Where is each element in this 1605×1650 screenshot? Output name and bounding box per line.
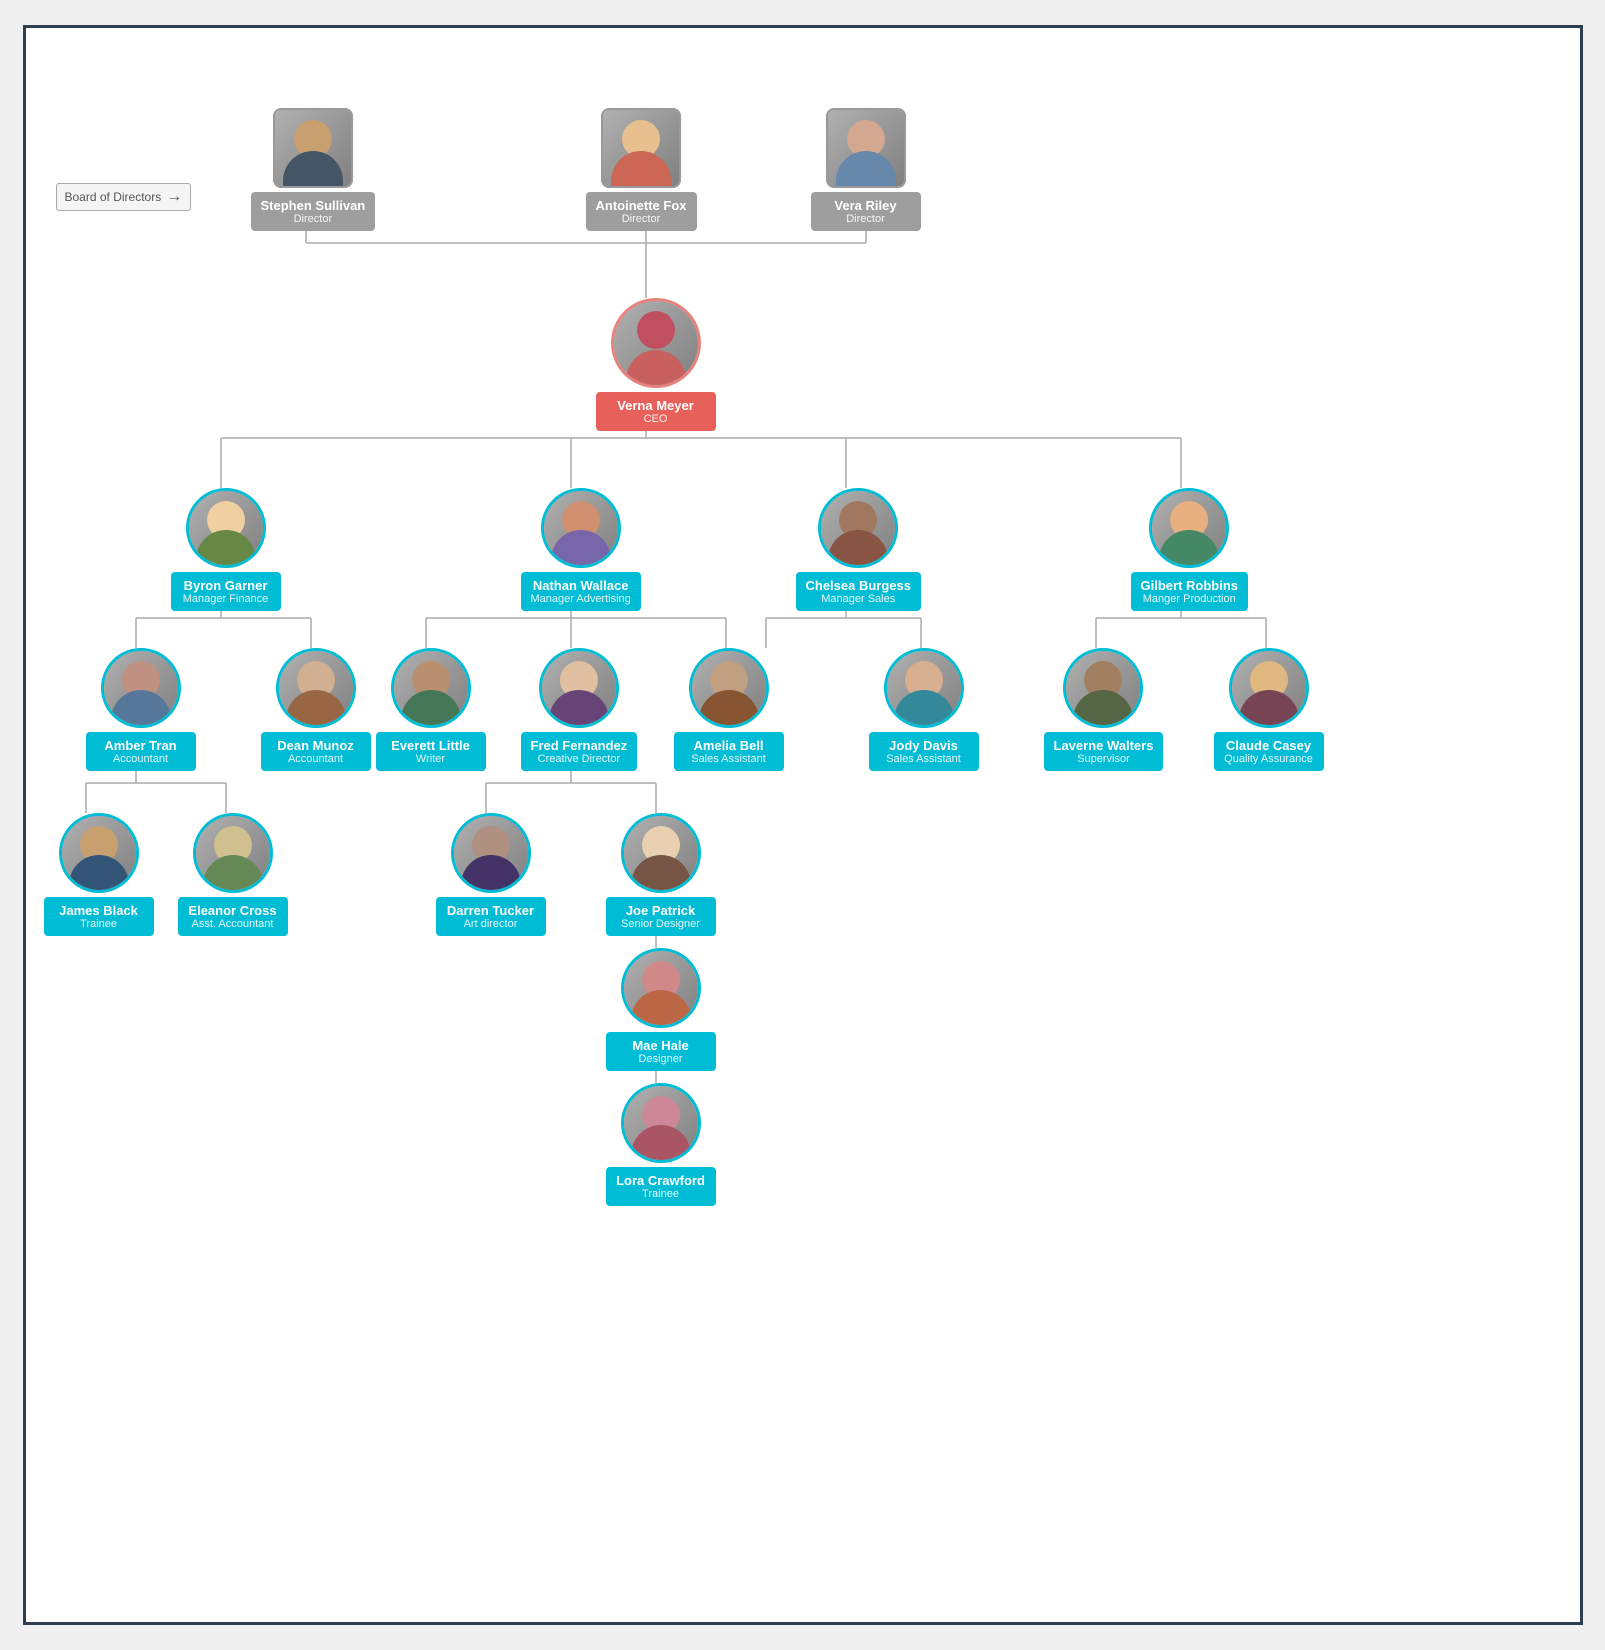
- board-label: Board of Directors: [56, 183, 192, 211]
- node-verna[interactable]: Verna Meyer CEO: [596, 298, 716, 431]
- avatar-chelsea: [818, 488, 898, 568]
- node-antoinette[interactable]: Antoinette Fox Director: [586, 108, 697, 231]
- avatar-dean: [276, 648, 356, 728]
- avatar-amelia: [689, 648, 769, 728]
- avatar-nathan: [541, 488, 621, 568]
- avatar-byron: [186, 488, 266, 568]
- avatar-lora: [621, 1083, 701, 1163]
- avatar-amber: [101, 648, 181, 728]
- node-vera[interactable]: Vera Riley Director: [811, 108, 921, 231]
- node-darren[interactable]: Darren Tucker Art director: [436, 813, 546, 936]
- node-jody[interactable]: Jody Davis Sales Assistant: [869, 648, 979, 771]
- namebox-jody: Jody Davis Sales Assistant: [869, 732, 979, 771]
- node-everett[interactable]: Everett Little Writer: [376, 648, 486, 771]
- namebox-byron: Byron Garner Manager Finance: [171, 572, 281, 611]
- namebox-amelia: Amelia Bell Sales Assistant: [674, 732, 784, 771]
- avatar-everett: [391, 648, 471, 728]
- avatar-laverne: [1063, 648, 1143, 728]
- org-chart: Board of Directors: [23, 25, 1583, 1625]
- namebox-vera: Vera Riley Director: [811, 192, 921, 231]
- node-byron[interactable]: Byron Garner Manager Finance: [171, 488, 281, 611]
- namebox-amber: Amber Tran Accountant: [86, 732, 196, 771]
- avatar-eleanor: [193, 813, 273, 893]
- avatar-fred: [539, 648, 619, 728]
- avatar-gilbert: [1149, 488, 1229, 568]
- namebox-james: James Black Trainee: [44, 897, 154, 936]
- node-amelia[interactable]: Amelia Bell Sales Assistant: [674, 648, 784, 771]
- namebox-everett: Everett Little Writer: [376, 732, 486, 771]
- avatar-stephen: [273, 108, 353, 188]
- namebox-laverne: Laverne Walters Supervisor: [1044, 732, 1164, 771]
- node-amber[interactable]: Amber Tran Accountant: [86, 648, 196, 771]
- node-lora[interactable]: Lora Crawford Trainee: [606, 1083, 716, 1206]
- node-laverne[interactable]: Laverne Walters Supervisor: [1044, 648, 1164, 771]
- namebox-eleanor: Eleanor Cross Asst. Accountant: [178, 897, 288, 936]
- node-chelsea[interactable]: Chelsea Burgess Manager Sales: [796, 488, 922, 611]
- namebox-dean: Dean Munoz Accountant: [261, 732, 371, 771]
- node-fred[interactable]: Fred Fernandez Creative Director: [521, 648, 638, 771]
- namebox-joe: Joe Patrick Senior Designer: [606, 897, 716, 936]
- namebox-fred: Fred Fernandez Creative Director: [521, 732, 638, 771]
- node-nathan[interactable]: Nathan Wallace Manager Advertising: [521, 488, 641, 611]
- avatar-vera: [826, 108, 906, 188]
- namebox-verna: Verna Meyer CEO: [596, 392, 716, 431]
- avatar-verna: [611, 298, 701, 388]
- avatar-joe: [621, 813, 701, 893]
- avatar-darren: [451, 813, 531, 893]
- node-dean[interactable]: Dean Munoz Accountant: [261, 648, 371, 771]
- namebox-darren: Darren Tucker Art director: [436, 897, 546, 936]
- node-gilbert[interactable]: Gilbert Robbins Manger Production: [1131, 488, 1249, 611]
- namebox-gilbert: Gilbert Robbins Manger Production: [1131, 572, 1249, 611]
- namebox-claude: Claude Casey Quality Assurance: [1214, 732, 1324, 771]
- node-james[interactable]: James Black Trainee: [44, 813, 154, 936]
- namebox-chelsea: Chelsea Burgess Manager Sales: [796, 572, 922, 611]
- namebox-mae: Mae Hale Designer: [606, 1032, 716, 1071]
- node-claude[interactable]: Claude Casey Quality Assurance: [1214, 648, 1324, 771]
- namebox-nathan: Nathan Wallace Manager Advertising: [521, 572, 641, 611]
- namebox-antoinette: Antoinette Fox Director: [586, 192, 697, 231]
- node-eleanor[interactable]: Eleanor Cross Asst. Accountant: [178, 813, 288, 936]
- node-mae[interactable]: Mae Hale Designer: [606, 948, 716, 1071]
- avatar-mae: [621, 948, 701, 1028]
- namebox-lora: Lora Crawford Trainee: [606, 1167, 716, 1206]
- namebox-stephen: Stephen Sullivan Director: [251, 192, 376, 231]
- avatar-claude: [1229, 648, 1309, 728]
- avatar-james: [59, 813, 139, 893]
- avatar-antoinette: [601, 108, 681, 188]
- avatar-jody: [884, 648, 964, 728]
- node-stephen[interactable]: Stephen Sullivan Director: [251, 108, 376, 231]
- node-joe[interactable]: Joe Patrick Senior Designer: [606, 813, 716, 936]
